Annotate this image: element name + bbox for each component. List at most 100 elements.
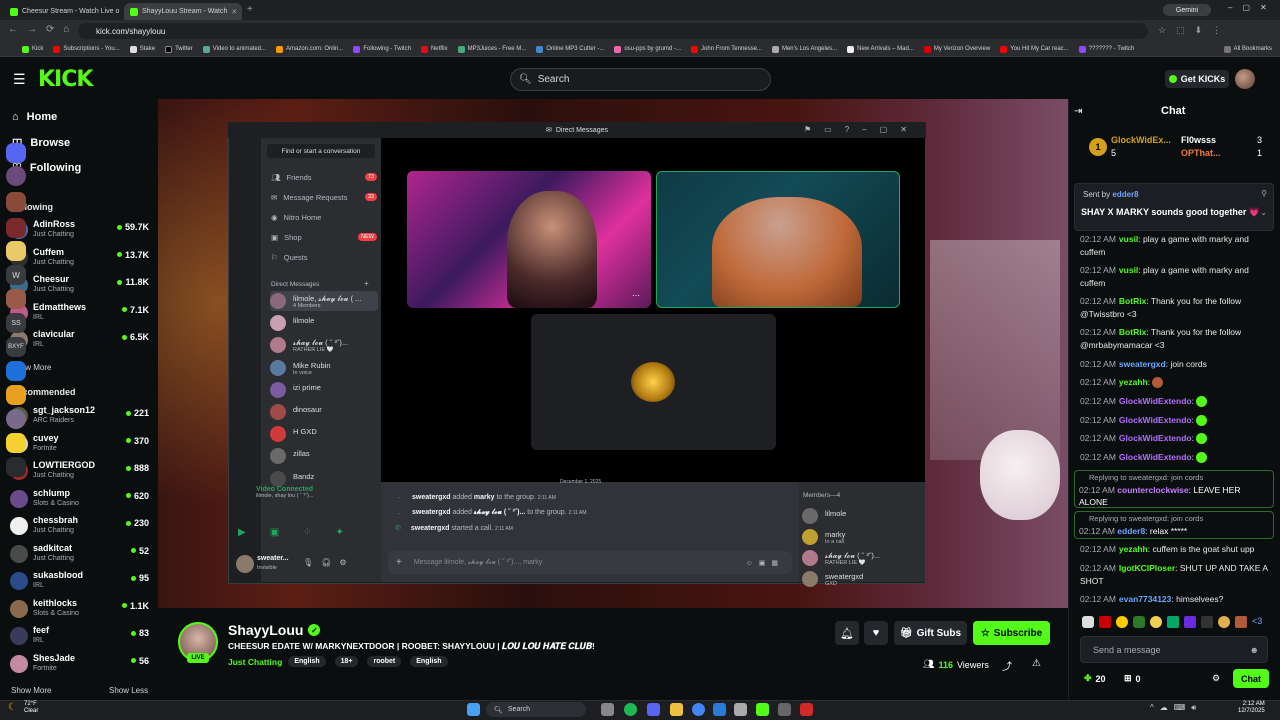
emote-icon[interactable] [1235,616,1247,628]
bookmark-item[interactable]: My Verizon Overview [919,45,995,53]
sidebar-channel[interactable]: sadkitcat Just Chatting 52 [10,541,150,567]
chat-message[interactable]: 02:12 AM BotRix: Thank you for the follow… [1080,326,1270,352]
get-kicks-button[interactable]: Get KICKs [1165,70,1229,88]
chat-message[interactable]: 02:12 AM GlockWidExtendo: [1080,395,1270,408]
create-dm-icon[interactable]: + [364,279,369,288]
bookmark-item[interactable]: ??????? - Twitch [1074,45,1140,53]
dm-item[interactable]: 𝓼𝓱𝓪𝔂 𝓵𝓸𝓾 ( ˘ ³˘)... RATHER LIE 🤍 [270,335,378,355]
stream-tag[interactable]: 18+ [334,656,359,667]
chat-leaderboard[interactable]: 1 GlockWidEx... 5 Fl0wsss 3 OPThat... 1 [1089,135,1271,165]
chat-username[interactable]: GlockWidExtendo [1119,433,1192,443]
bookmark-item[interactable]: Twitter [160,45,198,53]
chat-username[interactable]: GlockWidExtendo [1119,396,1192,406]
chat-username[interactable]: BotRix [1119,327,1146,337]
discord-message-input[interactable]: + Message lilmole, 𝓼𝓱𝓪𝔂 𝓵𝓸𝓾 ( ˘ ³˘)..., m… [388,551,792,574]
pin-icon[interactable]: ⚲ [1261,189,1267,198]
app-icon[interactable] [713,703,726,716]
chat-message[interactable]: 02:12 AM vusil: play a game with marky an… [1080,264,1270,290]
find-conversation-input[interactable]: Find or start a conversation [267,144,375,158]
discord-nav-shop[interactable]: ▣ Shop NEW [271,229,377,245]
chat-username[interactable]: edder8 [1117,526,1145,536]
discord-nav-nitro[interactable]: ◉ Nitro Home [271,209,377,225]
sidebar-channel[interactable]: clavicular IRL 6.5K [10,327,150,353]
chat-message[interactable]: 02:12 AM GlockWidExtendo: [1080,451,1270,464]
streamer-name[interactable]: ShayyLouu [228,622,303,638]
report-icon[interactable]: ⚠ [1032,658,1041,669]
chat-username[interactable]: BotRix [1119,296,1146,306]
bookmark-item[interactable]: New Arrivals – Mad... [842,45,919,53]
chat-input[interactable]: Send a message ☻ [1080,636,1268,663]
discord-window-controls[interactable]: ⚑▭?–▢✕ [804,125,920,134]
taskbar-clock[interactable]: 2:12 AM 12/7/2025 [1238,701,1265,715]
emote-icon[interactable] [1082,616,1094,628]
chat-username[interactable]: sweatergxd [1119,359,1166,369]
bookmark-item[interactable]: osu-pps by grumd -... [609,45,686,53]
gift-balance[interactable]: ⊞ 0 [1124,673,1141,684]
app-icon[interactable] [800,703,813,716]
discord-taskbar-icon[interactable] [647,703,660,716]
all-bookmarks[interactable]: All Bookmarks [1219,45,1280,53]
stream-tag[interactable]: English [410,656,448,667]
bookmark-item[interactable]: Kick [6,45,48,53]
sidebar-channel[interactable]: sgt_jackson12 ARC Raiders 221 [10,403,150,429]
window-controls[interactable]: –▢✕ [1228,3,1277,12]
member-item[interactable]: 𝓼𝓱𝓪𝔂 𝓵𝓸𝓾 ( ˘ ³˘)... RATHER LIE 🤍 [802,548,920,568]
server-icon[interactable] [6,433,26,453]
bookmark-item[interactable]: Online MP3 Cutter -... [531,45,609,53]
member-item[interactable]: lilmole [802,506,920,526]
bookmark-item[interactable]: Amazon.com: Onlin... [271,45,348,53]
dm-item[interactable]: Mike Rubin In voice [270,358,378,378]
chat-message[interactable]: 02:12 AM yezahh: cuffem is the goat shut … [1080,543,1270,556]
stream-tag[interactable]: roobet [367,656,402,667]
follow-heart-button[interactable]: ♥ [864,621,888,645]
bookmark-item[interactable]: John From Tennesse... [686,45,767,53]
chat-message[interactable]: 02:12 AM BotRix: Thank you for the follow… [1080,295,1270,321]
server-icon[interactable] [6,289,26,309]
reply-message[interactable]: Replying to sweatergxd: join cords 02:12… [1074,511,1274,539]
taskbar-search[interactable]: 🔍︎ Search [486,702,586,717]
video-tile-avatar[interactable] [531,314,776,450]
server-icon[interactable] [6,457,26,477]
show-more-recommended[interactable]: Show More [11,686,51,695]
share-icon[interactable]: ⤴ [1002,658,1012,673]
browser-tab-shayylouu[interactable]: ShayyLouu Stream - Watch ✕ [124,3,242,20]
server-icon[interactable] [6,361,26,381]
chat-username[interactable]: yezahh [1119,544,1148,554]
chat-message[interactable]: 02:12 AM vusil: play a game with marky an… [1080,233,1270,259]
kick-taskbar-icon[interactable] [756,703,769,716]
emote-icon[interactable] [1167,616,1179,628]
browser-tab-cheesur[interactable]: Cheesur Stream - Watch Live o✕ [4,3,122,20]
close-tab-icon[interactable]: ✕ [231,8,237,16]
sidebar-channel[interactable]: sukasblood IRL 95 [10,568,150,594]
attach-icon[interactable]: + [396,557,402,568]
sidebar-channel[interactable]: feef IRL 83 [10,623,150,649]
show-less-recommended[interactable]: Show Less [109,686,148,695]
server-icon[interactable] [6,241,26,261]
member-item[interactable]: sweatergxd GXD [802,569,920,589]
notification-bell-button[interactable]: 🔔︎ [835,621,859,645]
server-icon[interactable] [6,192,26,212]
bookmark-item[interactable]: You Hit My Car reac... [995,45,1073,53]
emote-bar[interactable]: <3 [1082,616,1272,630]
app-icon[interactable] [778,703,791,716]
sidebar-channel[interactable]: LOWTIERGOD Just Chatting 888 [10,458,150,484]
chat-settings-icon[interactable]: ⚙ [1212,673,1220,684]
sidebar-channel[interactable]: AdinRoss Just Chatting 59.7K [10,217,150,243]
server-icon[interactable]: W [6,265,26,285]
nav-home[interactable]: ⌂ Home [12,111,57,123]
self-avatar[interactable] [236,555,254,573]
chat-username[interactable]: vusil [1119,265,1138,275]
bookmark-item[interactable]: Following - Twitch [348,45,416,53]
discord-nav-friends[interactable]: 👥︎ Friends 73 [271,169,377,185]
discord-nav-quests[interactable]: ⚐ Quests [271,249,377,265]
server-icon[interactable]: SS [6,313,26,333]
chevron-down-icon[interactable]: ⌄ [1260,208,1267,217]
emote-icon[interactable] [1133,616,1145,628]
video-tile-marky[interactable] [656,171,900,308]
emote-icon[interactable] [1099,616,1111,628]
emote-icon[interactable] [1218,616,1230,628]
new-tab-icon[interactable]: + [247,4,253,15]
user-avatar[interactable] [1235,69,1255,89]
bookmark-item[interactable]: Subscriptions - You... [48,45,124,53]
chat-username[interactable]: vusil [1119,234,1138,244]
